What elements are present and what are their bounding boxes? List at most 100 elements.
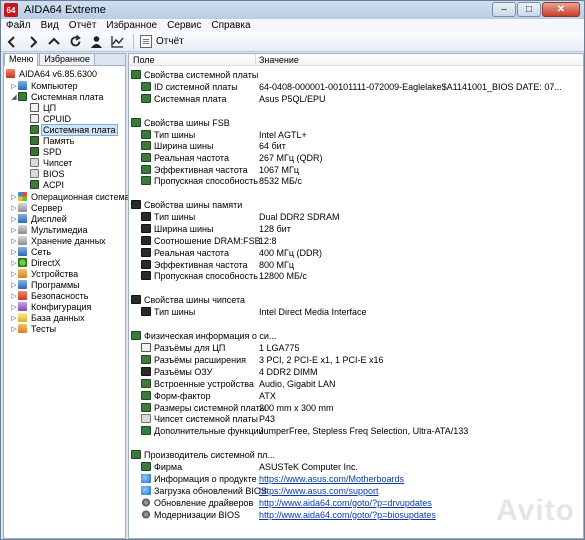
table-row[interactable]: Ширина шины 64 бит — [129, 140, 583, 152]
expand-icon[interactable]: ▷ — [10, 292, 18, 300]
menu-report[interactable]: Отчёт — [64, 20, 102, 31]
collapse-icon[interactable]: ◢ — [10, 93, 18, 101]
expand-icon[interactable]: ▷ — [10, 259, 18, 267]
tree-item-bios[interactable]: BIOS — [30, 168, 66, 179]
tree-item-cpu[interactable]: ЦП — [30, 102, 57, 113]
menu-tools[interactable]: Сервис — [162, 20, 206, 31]
driver-update-link[interactable]: http://www.aida64.com/goto/?p=drvupdates — [259, 498, 432, 508]
column-header-field[interactable]: Поле — [133, 55, 155, 65]
section-header[interactable]: Свойства шины памяти — [129, 199, 583, 211]
table-row[interactable]: Форм-фактор ATX — [129, 390, 583, 402]
table-row[interactable]: ID системной платы 64-0408-000001-0010111… — [129, 81, 583, 93]
tree-item-label: Память — [43, 135, 75, 146]
section-header[interactable]: Свойства шины чипсета — [129, 294, 583, 306]
tab-menu[interactable]: Меню — [4, 53, 39, 66]
menu-favorites[interactable]: Избранное — [101, 20, 162, 31]
table-row[interactable]: Разъёмы для ЦП 1 LGA775 — [129, 342, 583, 354]
table-row[interactable]: Ширина шины 128 бит — [129, 223, 583, 235]
table-row[interactable]: Разъёмы ОЗУ 4 DDR2 DIMM — [129, 366, 583, 378]
tree-item-motherboard-selected[interactable]: Системная плата — [30, 123, 118, 136]
field-value: 400 МГц (DDR) — [259, 248, 323, 258]
section-header[interactable]: Физическая информация о си... — [129, 330, 583, 342]
table-row[interactable]: Пропускная способность 8532 МБ/с — [129, 175, 583, 187]
bus-icon — [141, 141, 151, 150]
section-header[interactable]: Производитель системной пл... — [129, 449, 583, 461]
field-name: Реальная частота — [154, 248, 229, 258]
globe-icon — [141, 474, 151, 483]
tree-item-display[interactable]: ▷ Дисплей — [10, 213, 68, 224]
tree-item-computer[interactable]: ▷ Компьютер — [10, 80, 79, 91]
tests-icon — [18, 324, 27, 333]
tree-item-security[interactable]: ▷ Безопасность — [10, 290, 89, 301]
user-button[interactable] — [86, 33, 106, 51]
report-button[interactable]: Отчёт — [140, 35, 184, 48]
expand-icon[interactable]: ▷ — [10, 215, 18, 223]
menu-help[interactable]: Справка — [206, 20, 255, 31]
product-info-link[interactable]: https://www.asus.com/Motherboards — [259, 474, 404, 484]
tree-item-server[interactable]: ▷ Сервер — [10, 202, 63, 213]
tree-item-chipset[interactable]: Чипсет — [30, 157, 73, 168]
aida64-icon — [6, 69, 15, 78]
table-row[interactable]: Встроенные устройства Audio, Gigabit LAN — [129, 378, 583, 390]
expand-icon[interactable]: ▷ — [10, 325, 18, 333]
expand-icon[interactable]: ▷ — [10, 237, 18, 245]
section-header[interactable]: Свойства шины FSB — [129, 117, 583, 129]
expand-icon[interactable]: ▷ — [10, 204, 18, 212]
tree-item-storage[interactable]: ▷ Хранение данных — [10, 235, 107, 246]
expand-icon[interactable]: ▷ — [10, 281, 18, 289]
minimize-button[interactable]: – — [492, 2, 516, 17]
tree-item-devices[interactable]: ▷ Устройства — [10, 268, 79, 279]
tree-item-os[interactable]: ▷ Операционная система — [10, 191, 131, 202]
expand-icon[interactable]: ▷ — [10, 226, 18, 234]
tree-item-tests[interactable]: ▷ Тесты — [10, 323, 57, 334]
bios-download-link[interactable]: https://www.asus.com/support — [259, 486, 379, 496]
expand-icon[interactable]: ▷ — [10, 314, 18, 322]
tree-item-cpuid[interactable]: CPUID — [30, 113, 72, 124]
tree-item-motherboard[interactable]: ◢ Системная плата — [10, 91, 105, 102]
table-row[interactable]: Реальная частота 267 МГц (QDR) — [129, 152, 583, 164]
table-row[interactable]: Пропускная способность 12800 МБ/с — [129, 270, 583, 282]
tree-item-network[interactable]: ▷ Сеть — [10, 246, 52, 257]
table-row[interactable]: Фирма ASUSTeK Computer Inc. — [129, 461, 583, 473]
field-name: Обновление драйверов — [154, 498, 254, 508]
tree-item-multimedia[interactable]: ▷ Мультимедиа — [10, 224, 89, 235]
table-row[interactable]: Реальная частота 400 МГц (DDR) — [129, 247, 583, 259]
table-row[interactable]: Информация о продукте https://www.asus.co… — [129, 473, 583, 485]
column-divider[interactable] — [255, 54, 256, 66]
menu-view[interactable]: Вид — [36, 20, 64, 31]
table-row[interactable]: Дополнительные функции JumperFree, Steple… — [129, 425, 583, 437]
up-button[interactable] — [44, 33, 64, 51]
tab-favorites[interactable]: Избранное — [39, 53, 95, 65]
expand-icon[interactable]: ▷ — [10, 248, 18, 256]
table-row[interactable]: Соотношение DRAM:FSB 12:8 — [129, 235, 583, 247]
back-button[interactable] — [2, 33, 22, 51]
refresh-button[interactable] — [65, 33, 85, 51]
expand-icon[interactable]: ▷ — [10, 82, 18, 90]
expand-icon[interactable]: ▷ — [10, 303, 18, 311]
close-button[interactable]: ✕ — [542, 2, 580, 17]
column-header-value[interactable]: Значение — [259, 55, 299, 65]
menu-file[interactable]: Файл — [1, 20, 36, 31]
chart-button[interactable] — [107, 33, 127, 51]
table-row[interactable]: Чипсет системной платы P43 — [129, 413, 583, 425]
table-row[interactable]: Тип шины Intel Direct Media Interface — [129, 306, 583, 318]
section-header[interactable]: Свойства системной платы — [129, 69, 583, 81]
maximize-button[interactable]: □ — [517, 2, 541, 17]
security-icon — [18, 291, 27, 300]
expand-icon[interactable]: ▷ — [10, 193, 18, 201]
tree-item-database[interactable]: ▷ База данных — [10, 312, 86, 323]
bios-update-link[interactable]: http://www.aida64.com/goto/?p=biosupdate… — [259, 510, 436, 520]
tree-root[interactable]: AIDA64 v6.85.6300 — [6, 68, 98, 79]
tree-item-directx[interactable]: ▷ DirectX — [10, 257, 62, 268]
table-row[interactable]: Тип шины Dual DDR2 SDRAM — [129, 211, 583, 223]
tree-item-programs[interactable]: ▷ Программы — [10, 279, 81, 290]
title-bar[interactable]: 64 AIDA64 Extreme – □ ✕ — [1, 1, 584, 19]
forward-button[interactable] — [23, 33, 43, 51]
expand-icon[interactable]: ▷ — [10, 270, 18, 278]
tree-item-config[interactable]: ▷ Конфигурация — [10, 301, 92, 312]
tree-item-spd[interactable]: SPD — [30, 146, 63, 157]
table-row[interactable]: Разъёмы расширения 3 PCI, 2 PCI-E x1, 1 P… — [129, 354, 583, 366]
tree-item-memory[interactable]: Память — [30, 135, 75, 146]
tree-item-acpi[interactable]: ACPI — [30, 179, 65, 190]
table-row[interactable]: Системная плата Asus P5QL/EPU — [129, 93, 583, 105]
